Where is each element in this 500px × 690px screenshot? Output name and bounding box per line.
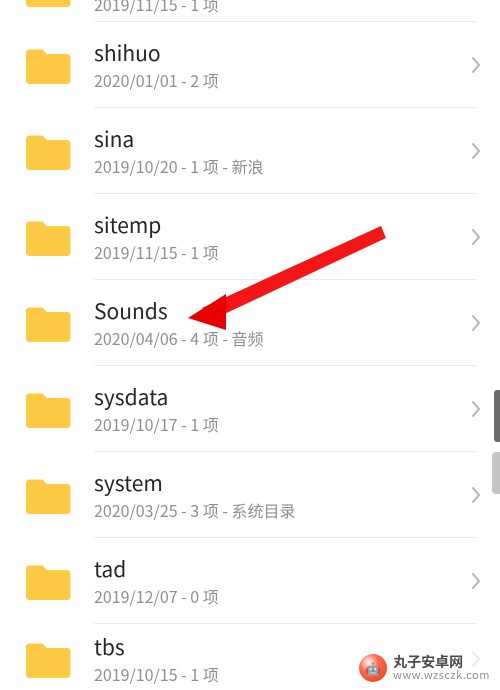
folder-row[interactable]: sysdata 2019/10/17 - 1 项: [0, 366, 500, 452]
folder-row[interactable]: tad 2019/12/07 - 0 项: [0, 538, 500, 624]
chevron-right-icon: [464, 56, 488, 74]
watermark-logo-icon: 🤖: [359, 654, 387, 682]
folder-list: 2019/11/15 - 1 项 shihuo 2020/01/01 - 2 项…: [0, 0, 500, 690]
folder-title: tad: [94, 556, 464, 582]
watermark-text: 丸子安卓网 www.wzsczk.com: [393, 655, 490, 681]
folder-icon: [24, 47, 72, 83]
watermark: 🤖 丸子安卓网 www.wzsczk.com: [353, 650, 496, 686]
scrollbar-track-mark[interactable]: [492, 452, 500, 494]
folder-row[interactable]: shihuo 2020/01/01 - 2 项: [0, 22, 500, 108]
folder-meta: Sounds 2020/04/06 - 4 项 - 音频: [94, 298, 464, 348]
folder-subtitle: 2020/03/25 - 3 项 - 系统目录: [94, 500, 464, 520]
folder-meta: shihuo 2020/01/01 - 2 项: [94, 40, 464, 90]
folder-subtitle: 2019/12/07 - 0 项: [94, 586, 464, 606]
folder-subtitle: 2019/10/20 - 1 项 - 新浪: [94, 156, 464, 176]
folder-title: shihuo: [94, 40, 464, 66]
folder-icon: [24, 305, 72, 341]
folder-meta: system 2020/03/25 - 3 项 - 系统目录: [94, 470, 464, 520]
folder-row[interactable]: sina 2019/10/20 - 1 项 - 新浪: [0, 108, 500, 194]
chevron-right-icon: [464, 314, 488, 332]
folder-icon: [24, 563, 72, 599]
folder-title: Sounds: [94, 298, 464, 324]
folder-icon: [24, 391, 72, 427]
folder-row[interactable]: system 2020/03/25 - 3 项 - 系统目录: [0, 452, 500, 538]
folder-title: sitemp: [94, 212, 464, 238]
folder-title: sysdata: [94, 384, 464, 410]
folder-icon: [24, 219, 72, 255]
folder-title: system: [94, 470, 464, 496]
folder-title: sina: [94, 126, 464, 152]
folder-subtitle: 2020/04/06 - 4 项 - 音频: [94, 328, 464, 348]
folder-meta: sysdata 2019/10/17 - 1 项: [94, 384, 464, 434]
folder-subtitle: 2020/01/01 - 2 项: [94, 70, 464, 90]
folder-meta: 2019/11/15 - 1 项: [94, 0, 500, 14]
folder-row[interactable]: 2019/11/15 - 1 项: [0, 0, 500, 22]
chevron-right-icon: [464, 486, 488, 504]
folder-meta: tad 2019/12/07 - 0 项: [94, 556, 464, 606]
chevron-right-icon: [464, 142, 488, 160]
chevron-right-icon: [464, 400, 488, 418]
chevron-right-icon: [464, 572, 488, 590]
chevron-right-icon: [464, 228, 488, 246]
watermark-url: www.wzsczk.com: [393, 670, 490, 682]
folder-icon: [24, 477, 72, 513]
folder-icon: [24, 133, 72, 169]
scrollbar-thumb[interactable]: [494, 390, 500, 442]
folder-subtitle: 2019/10/17 - 1 项: [94, 414, 464, 434]
folder-row[interactable]: sitemp 2019/11/15 - 1 项: [0, 194, 500, 280]
folder-row[interactable]: Sounds 2020/04/06 - 4 项 - 音频: [0, 280, 500, 366]
folder-subtitle: 2019/11/15 - 1 项: [94, 242, 464, 262]
folder-subtitle: 2019/11/15 - 1 项: [94, 0, 500, 14]
folder-meta: sina 2019/10/20 - 1 项 - 新浪: [94, 126, 464, 176]
folder-meta: sitemp 2019/11/15 - 1 项: [94, 212, 464, 262]
file-manager-screen: 2019/11/15 - 1 项 shihuo 2020/01/01 - 2 项…: [0, 0, 500, 690]
folder-icon: [24, 641, 72, 677]
